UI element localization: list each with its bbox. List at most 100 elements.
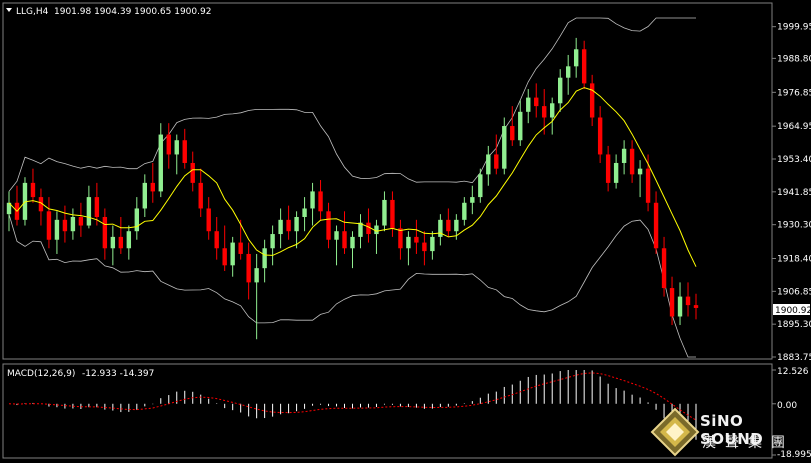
candle[interactable] [470,185,475,215]
macd-values: -12.933 -14.397 [82,369,154,379]
candle[interactable] [486,145,491,186]
candle[interactable] [326,202,331,249]
candle[interactable] [62,205,68,243]
candle[interactable] [190,151,195,192]
signal-line [8,372,697,421]
candle[interactable] [254,253,259,340]
candle[interactable] [158,123,163,198]
bollinger-bands [8,17,696,358]
candle[interactable] [102,208,108,260]
candle[interactable] [382,191,387,232]
price-tick-label: 1883.75 [777,353,811,363]
chart-canvas[interactable]: 1999.95 1988.80 1976.85 1964.95 1953.40 1941.… [0,0,811,460]
candle[interactable] [110,225,116,266]
candle[interactable] [605,145,611,192]
ohlc-values: 1901.98 1904.39 1900.65 1900.92 [54,7,211,17]
candle[interactable] [222,225,227,272]
candle[interactable] [214,216,219,260]
candle[interactable] [629,140,635,183]
candle[interactable] [621,140,627,175]
candle[interactable] [366,208,371,243]
price-tick-label: 1918.40 [777,254,811,264]
candle[interactable] [613,154,619,189]
candle[interactable] [534,83,539,118]
candle[interactable] [198,168,203,217]
candle[interactable] [510,106,515,146]
candle[interactable] [238,219,243,260]
candle[interactable] [550,97,555,135]
candles-series[interactable] [6,37,699,340]
candle[interactable] [150,162,155,203]
candle[interactable] [430,231,435,260]
candle[interactable] [6,191,12,232]
candle[interactable] [398,219,403,260]
price-tick-label: 1953.40 [777,155,811,165]
candle[interactable] [54,211,60,254]
candle[interactable] [14,185,20,226]
candle[interactable] [502,117,507,175]
candle[interactable] [142,174,147,217]
candle[interactable] [262,239,267,283]
candle[interactable] [558,69,563,112]
price-tick-label: 1941.85 [777,188,811,198]
candle[interactable] [350,231,355,269]
candle[interactable] [653,191,659,254]
candle[interactable] [118,216,124,254]
candle[interactable] [134,197,140,240]
price-tick-label: 1976.85 [777,88,811,98]
candle[interactable] [677,282,683,326]
candle[interactable] [478,168,483,203]
candle[interactable] [246,242,251,300]
candle[interactable] [358,214,363,249]
triangle-down-icon[interactable] [6,8,12,12]
candle[interactable] [693,293,699,320]
candle[interactable] [597,106,603,163]
candle[interactable] [302,197,307,232]
candle[interactable] [230,236,235,277]
macd-signal-line [8,372,697,421]
candle[interactable] [374,219,379,254]
candle[interactable] [310,182,315,226]
candle[interactable] [494,134,499,175]
candle[interactable] [30,168,36,203]
candle[interactable] [422,231,427,266]
candle[interactable] [286,205,291,240]
candle[interactable] [414,219,419,254]
candle[interactable] [70,208,76,240]
price-tick-label: 1999.95 [777,23,811,33]
candle[interactable] [438,214,443,246]
price-tick-label: 1895.30 [777,320,811,330]
candle[interactable] [581,40,587,90]
candle[interactable] [661,236,667,297]
candle[interactable] [462,197,467,226]
candle[interactable] [685,282,691,317]
candle[interactable] [166,123,171,169]
candle[interactable] [669,276,675,326]
candle[interactable] [573,37,579,78]
candle[interactable] [86,185,92,229]
candle[interactable] [342,211,347,254]
price-tick-label: 1988.80 [777,54,811,64]
candle[interactable] [174,134,179,175]
candle[interactable] [446,208,451,237]
candle[interactable] [637,160,643,198]
candle[interactable] [278,208,283,249]
candle[interactable] [334,225,339,266]
candle[interactable] [406,231,411,266]
candle[interactable] [589,74,595,127]
candle[interactable] [46,197,52,249]
candle[interactable] [270,225,275,266]
candle[interactable] [565,54,571,95]
candle[interactable] [126,225,132,260]
current-price-label: 1900.92 [775,306,811,316]
candle[interactable] [518,100,523,146]
candle[interactable] [526,89,531,124]
chart-window[interactable]: 1999.95 1988.80 1976.85 1964.95 1953.40 1941.… [0,0,811,460]
candle[interactable] [182,128,187,169]
candle[interactable] [390,191,395,237]
candle[interactable] [78,202,84,237]
candle[interactable] [206,197,211,240]
price-tick-label: 1906.85 [777,287,811,297]
candle[interactable] [38,188,44,226]
candle[interactable] [318,180,323,220]
